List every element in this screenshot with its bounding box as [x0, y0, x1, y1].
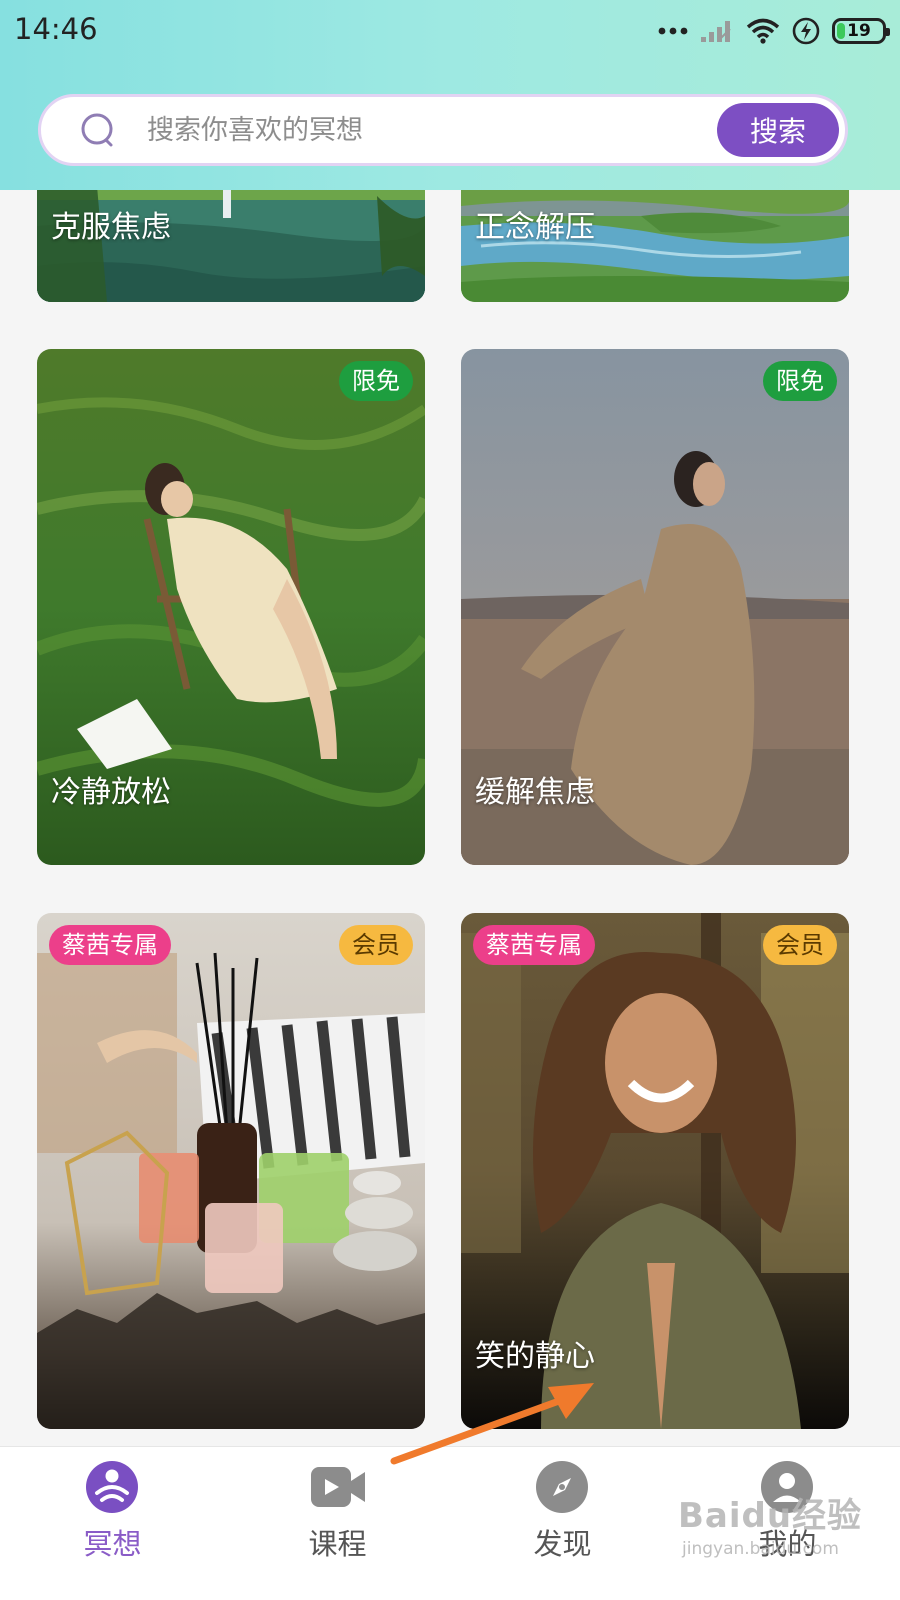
card-title: 正念解压	[475, 210, 595, 245]
wifi-icon	[746, 18, 780, 44]
status-icons: 19	[658, 14, 890, 48]
meditation-card[interactable]: 克服焦虑	[37, 186, 425, 302]
battery-icon: 19	[832, 18, 890, 44]
meditation-card[interactable]: 蔡茜专属 会员 笑的静心	[461, 913, 849, 1429]
free-badge: 限免	[339, 361, 413, 401]
meditation-card[interactable]: 限免 冷静放松	[37, 349, 425, 865]
more-dots-icon	[658, 26, 688, 36]
vip-badge: 会员	[339, 925, 413, 965]
search-icon	[79, 111, 119, 155]
nav-item-meditation[interactable]: 冥想	[0, 1447, 225, 1600]
battery-level-text: 19	[847, 21, 871, 41]
meditation-card[interactable]: 正念解压	[461, 186, 849, 302]
card-title: 克服焦虑	[51, 210, 171, 245]
nav-label: 课程	[308, 1527, 367, 1561]
meditation-card[interactable]: 蔡茜专属 会员	[37, 913, 425, 1429]
watermark-url: jingyan.baidu.com	[682, 1539, 839, 1559]
exclusive-badge: 蔡茜专属	[49, 925, 171, 965]
cellular-signal-icon	[700, 19, 734, 43]
baidu-watermark: Baidu经验 jingyan.baidu.com	[678, 1488, 862, 1559]
video-camera-icon	[309, 1459, 367, 1519]
status-time: 14:46	[14, 12, 98, 46]
search-input[interactable]	[147, 111, 707, 149]
exclusive-badge: 蔡茜专属	[473, 925, 595, 965]
nav-label: 冥想	[83, 1527, 142, 1561]
annotation-arrow-icon	[390, 1383, 594, 1465]
meditation-card[interactable]: 限免 缓解焦虑	[461, 349, 849, 865]
card-title: 笑的静心	[475, 1339, 595, 1374]
card-thumbnail-image	[37, 913, 425, 1429]
top-bar: 14:46 19 搜索	[0, 0, 900, 190]
meditation-icon	[84, 1459, 140, 1519]
charging-icon	[792, 17, 820, 45]
free-badge: 限免	[763, 361, 837, 401]
battery-level-fill	[837, 23, 845, 39]
card-title: 冷静放松	[51, 775, 171, 810]
search-bar: 搜索	[38, 94, 848, 166]
nav-label: 发现	[533, 1527, 592, 1561]
card-title: 缓解焦虑	[475, 775, 595, 810]
search-button[interactable]: 搜索	[717, 103, 839, 157]
vip-badge: 会员	[763, 925, 837, 965]
watermark-logo: Baidu经验	[678, 1496, 863, 1536]
